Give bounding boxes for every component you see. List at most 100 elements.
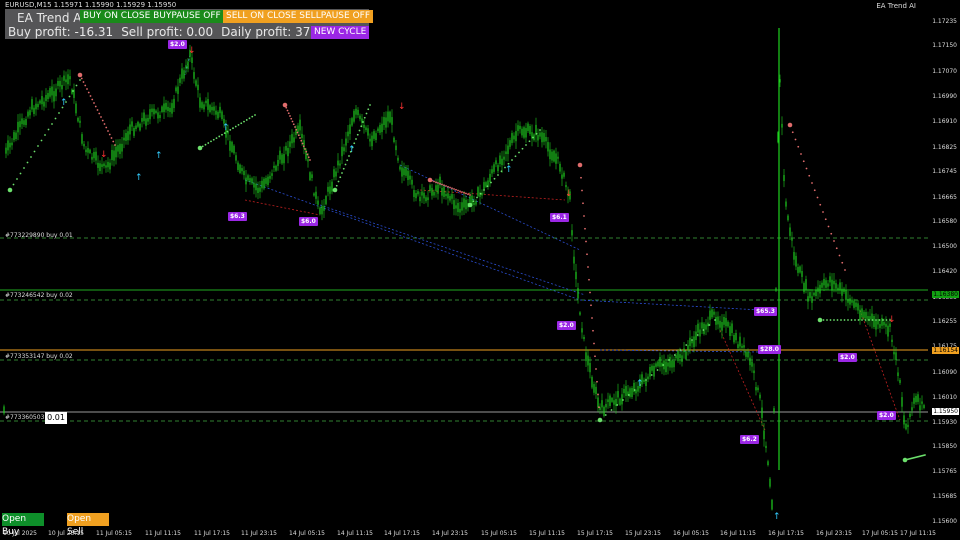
candle-body — [139, 123, 141, 131]
candle-body — [283, 154, 285, 164]
candle-body — [759, 394, 761, 399]
candle-body — [805, 279, 807, 290]
candle-body — [753, 370, 755, 374]
price-tick: 1.16420 — [932, 268, 957, 275]
candle-body — [95, 151, 97, 161]
candle-body — [85, 149, 87, 153]
buy-arrow-icon: ↑ — [348, 145, 356, 155]
position-volume-box[interactable]: 0.01 — [45, 412, 67, 424]
trailing-stop-dot — [51, 123, 53, 125]
new-cycle-button[interactable]: NEW CYCLE — [311, 26, 370, 39]
candle-body — [673, 361, 675, 368]
buy-arrow-icon: ↑ — [222, 123, 230, 133]
candle-body — [899, 379, 901, 383]
candle-body — [775, 288, 777, 291]
candle-body — [65, 79, 67, 83]
trailing-stop-dot — [589, 291, 591, 294]
price-tick: 1.16500 — [932, 243, 957, 250]
trailing-stop-dot — [685, 344, 688, 346]
trailing-stop-dot — [453, 188, 455, 190]
trailing-stop-dot — [286, 109, 289, 112]
candle-body — [257, 187, 259, 193]
trailing-stop-dot — [580, 176, 582, 179]
candle-body — [547, 142, 549, 152]
candle-body — [623, 388, 625, 394]
candle-body — [761, 407, 763, 418]
candle-body — [921, 401, 923, 404]
trailing-stop-dot — [114, 144, 116, 146]
candle-body — [351, 118, 353, 126]
buy-toggle-button[interactable]: BUY ON CLOSE BUYPAUSE OFF — [80, 10, 224, 23]
candle-body — [213, 106, 215, 111]
candle-body — [655, 363, 657, 367]
time-tick: 14 Jul 11:15 — [337, 530, 373, 537]
profit-badge: $2.0 — [877, 411, 896, 420]
candle-body — [683, 348, 685, 353]
trailing-stop-dot — [844, 269, 846, 271]
trailing-stop-dot — [443, 184, 445, 187]
trailing-stop-dot — [882, 319, 884, 321]
candle-body — [767, 461, 769, 466]
candle-body — [483, 182, 485, 190]
candle-body — [861, 308, 863, 318]
candle-body — [399, 166, 401, 170]
trailing-stop-dot — [248, 117, 251, 120]
candle-body — [809, 292, 811, 298]
trailing-stop-dot — [864, 319, 867, 321]
trailing-stop-dot — [358, 129, 361, 132]
candle-body — [267, 176, 269, 185]
green-line-price-tag: 1.16380 — [932, 291, 959, 298]
candlesticks — [3, 28, 925, 511]
trailing-stop-dot — [86, 88, 88, 90]
candle-body — [881, 317, 883, 326]
candle-body — [715, 316, 717, 325]
candle-body — [219, 106, 221, 114]
price-tick: 1.16745 — [932, 168, 957, 175]
time-tick: 15 Jul 17:15 — [577, 530, 613, 537]
trailing-stop-dot — [207, 142, 210, 144]
candle-body — [617, 391, 619, 398]
candle-body — [345, 138, 347, 146]
sell-profit: Sell profit: 0.00 — [121, 25, 214, 39]
candle-body — [725, 317, 727, 327]
candle-body — [261, 180, 263, 189]
candle-body — [155, 110, 157, 113]
candle-body — [665, 361, 667, 373]
trade-connector-line — [244, 179, 581, 301]
candle-body — [857, 303, 859, 311]
profit-badge: $6.0 — [299, 217, 318, 226]
candle-body — [337, 160, 339, 166]
candle-body — [723, 316, 725, 325]
candle-body — [75, 103, 77, 114]
price-chart[interactable]: ↑ ↑ ↑ ↑ ↑ ↑ ↑ ↑ ↓ ↓ ↓ ↓ ↓ — [0, 0, 960, 540]
candle-body — [671, 360, 673, 368]
candle-body — [147, 117, 149, 122]
sell-arrow-icon: ↓ — [188, 46, 196, 56]
candle-body — [817, 287, 819, 292]
candle-body — [69, 76, 71, 80]
open-sell-button[interactable]: Open Sell — [67, 513, 109, 537]
candle-body — [187, 61, 189, 69]
signal-dot — [197, 145, 203, 151]
candle-body — [811, 296, 813, 303]
trailing-stop-dot — [300, 139, 303, 142]
candle-body — [877, 319, 879, 325]
trailing-stop-dot — [592, 329, 594, 332]
candle-body — [203, 104, 205, 110]
sell-toggle-button[interactable]: SELL ON CLOSE SELLPAUSE OFF — [223, 10, 374, 23]
trailing-stop-dot — [668, 359, 670, 361]
candle-body — [731, 323, 733, 333]
trailing-stop-dot — [290, 117, 293, 120]
candle-body — [685, 351, 687, 360]
candle-body — [507, 145, 509, 155]
open-buy-button[interactable]: Open Buy — [2, 513, 44, 537]
candle-body — [477, 187, 479, 197]
candle-body — [693, 336, 695, 348]
candle-body — [289, 141, 291, 147]
trailing-stop-dot — [84, 84, 87, 87]
trailing-stop-dot — [232, 127, 234, 130]
trailing-stop-dot — [47, 128, 50, 131]
candle-body — [559, 163, 561, 172]
trailing-stop-dot — [829, 319, 832, 321]
candle-body — [21, 118, 23, 125]
